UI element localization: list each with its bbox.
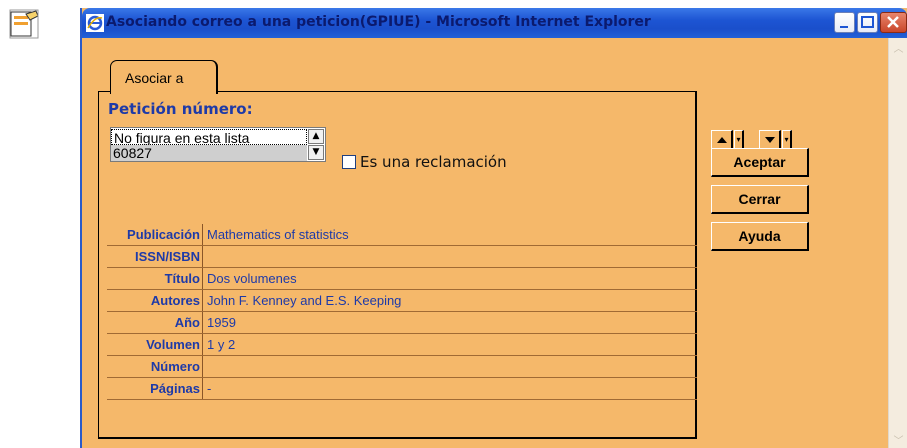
internet-explorer-icon [86,14,104,32]
field-label: Número [150,359,200,374]
divider [202,378,203,399]
browser-window: Asociando correo a una peticion(GPIUE) -… [80,8,907,448]
field-row-autores: Autores John F. Kenney and E.S. Keeping [107,290,697,312]
divider [202,268,203,289]
page-content: Asociar a Petición número: No figura en … [82,38,888,448]
divider [202,356,203,377]
field-label: Volumen [146,337,200,352]
asociar-panel: Petición número: No figura en esta lista… [98,91,697,439]
field-value: 1959 [207,315,236,330]
divider [202,224,203,245]
form-icon[interactable] [8,8,40,40]
field-row-volumen: Volumen 1 y 2 [107,334,697,356]
divider [202,290,203,311]
minimize-button[interactable] [834,12,855,33]
field-label: ISSN/ISBN [134,249,200,264]
divider [202,312,203,333]
reclamacion-label: Es una reclamación [360,153,507,171]
field-value: - [207,381,212,396]
aceptar-button[interactable]: Aceptar [711,148,809,177]
tab-label: Asociar a [125,70,184,86]
scroll-down-icon[interactable]: ﹀ [892,432,905,447]
scroll-up-icon[interactable]: ▲ [308,129,324,144]
list-item-selected[interactable]: 60827 [111,145,307,161]
field-value: 1 y 2 [207,337,236,352]
title-bar[interactable]: Asociando correo a una peticion(GPIUE) -… [82,8,907,38]
field-row-issn: ISSN/ISBN [107,246,697,268]
maximize-button[interactable] [857,12,878,33]
divider [202,246,203,267]
field-row-numero: Número [107,356,697,378]
field-value: John F. Kenney and E.S. Keeping [207,293,402,308]
scroll-down-icon[interactable]: ▼ [308,145,324,160]
window-title: Asociando correo a una peticion(GPIUE) -… [106,14,651,30]
field-value: Dos volumenes [207,271,297,286]
ayuda-button[interactable]: Ayuda [711,222,809,251]
divider [202,334,203,355]
field-row-publicacion: Publicación Mathematics of statistics [107,224,697,246]
field-label: Año [174,315,200,330]
field-label: Publicación [127,227,200,242]
reclamacion-checkbox[interactable] [342,155,356,169]
field-label: Páginas [150,381,200,396]
field-label: Autores [150,293,200,308]
list-item[interactable]: No figura en esta lista [111,129,307,146]
peticion-listbox[interactable]: No figura en esta lista 60827 ▲ ▼ [110,127,326,162]
field-label: Título [164,271,200,286]
cerrar-button[interactable]: Cerrar [711,185,809,214]
field-row-titulo: Título Dos volumenes [107,268,697,290]
scroll-up-icon[interactable]: ︿ [892,40,905,55]
close-button[interactable] [880,12,907,33]
peticion-label: Petición número: [108,100,253,118]
field-row-paginas: Páginas - [107,378,697,400]
tab-asociar[interactable]: Asociar a [110,60,218,94]
field-value: Mathematics of statistics [207,227,349,242]
vertical-scrollbar[interactable]: ︿ ﹀ [888,38,907,448]
field-row-ano: Año 1959 [107,312,697,334]
